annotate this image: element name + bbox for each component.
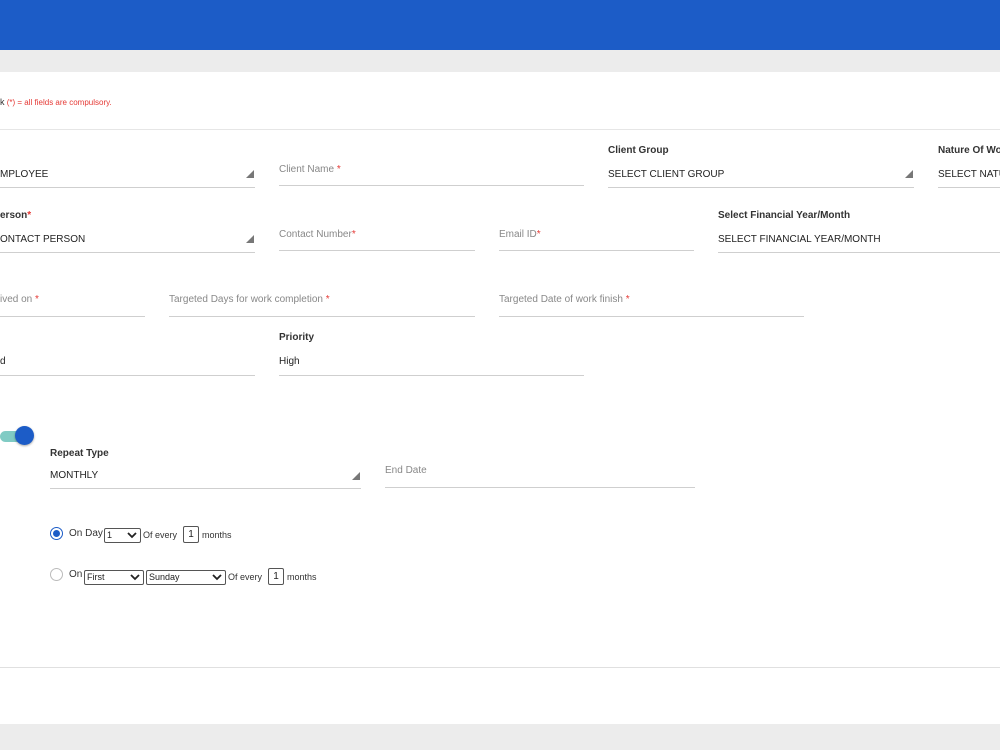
app-header-bar [0, 0, 1000, 50]
employee-select[interactable]: MPLOYEE [0, 169, 48, 180]
contact-number-input[interactable]: Contact Number* [279, 229, 356, 240]
received-on-input[interactable]: ived on * [0, 294, 39, 305]
nature-of-work-label: Nature Of Wo [938, 145, 1000, 156]
targeted-days-input[interactable]: Targeted Days for work completion * [169, 294, 330, 305]
form-card [0, 72, 1000, 724]
day-select[interactable]: 1 [104, 528, 141, 543]
targeted-days-placeholder: Targeted Days for work completion [169, 294, 323, 305]
end-date-input[interactable]: End Date [385, 465, 427, 476]
email-placeholder: Email ID [499, 229, 537, 240]
field-underline [718, 252, 1000, 253]
required-star: * [625, 294, 630, 305]
chevron-down-icon [127, 532, 137, 539]
partial-field-value[interactable]: d [0, 356, 6, 367]
contact-person-label: erson* [0, 210, 31, 221]
dropdown-arrow-icon[interactable] [246, 235, 254, 243]
repeat-type-select[interactable]: MONTHLY [50, 470, 98, 481]
dropdown-arrow-icon[interactable] [246, 170, 254, 178]
field-underline [279, 185, 584, 186]
field-underline [608, 187, 914, 188]
ordinal-select[interactable]: First [84, 570, 144, 585]
client-name-input[interactable]: Client Name * [279, 164, 341, 175]
on-weekday-radio[interactable] [50, 568, 63, 581]
footer-divider [0, 667, 1000, 668]
weekday-select[interactable]: Sunday [146, 570, 226, 585]
dropdown-arrow-icon[interactable] [352, 472, 360, 480]
repeat-type-label: Repeat Type [50, 448, 109, 459]
required-star: * [325, 294, 330, 305]
field-underline [938, 187, 1000, 188]
of-every-label: Of every [228, 572, 263, 582]
weekday-select-value: Sunday [149, 572, 180, 582]
on-label: On [69, 569, 83, 580]
targeted-date-placeholder: Targeted Date of work finish [499, 294, 623, 305]
required-star: * [536, 229, 541, 240]
day-select-value: 1 [107, 530, 113, 540]
field-underline [0, 375, 255, 376]
field-underline [385, 487, 695, 488]
financial-year-label: Select Financial Year/Month [718, 210, 851, 221]
nature-of-work-select[interactable]: SELECT NATU [938, 169, 1000, 180]
field-underline [499, 316, 804, 317]
field-underline [50, 488, 361, 489]
email-input[interactable]: Email ID* [499, 229, 541, 240]
ordinal-select-value: First [87, 572, 105, 582]
field-underline [0, 316, 145, 317]
divider [0, 129, 1000, 130]
repeat-toggle-knob[interactable] [15, 426, 34, 445]
client-group-select[interactable]: SELECT CLIENT GROUP [608, 169, 724, 180]
of-every-label: Of every [143, 530, 178, 540]
field-underline [0, 252, 255, 253]
chevron-down-icon [130, 574, 140, 581]
chevron-down-icon [212, 574, 222, 581]
month-interval-input[interactable]: 1 [183, 526, 199, 543]
client-group-label: Client Group [608, 145, 669, 156]
months-label: months [202, 530, 232, 540]
required-star: * [351, 229, 356, 240]
field-underline [279, 375, 584, 376]
targeted-date-input[interactable]: Targeted Date of work finish * [499, 294, 630, 305]
field-underline [499, 250, 694, 251]
financial-year-select[interactable]: SELECT FINANCIAL YEAR/MONTH [718, 234, 881, 245]
contact-person-select[interactable]: ONTACT PERSON [0, 234, 85, 245]
compulsory-note-text: (*) = all fields are compulsory. [6, 98, 112, 107]
required-star: * [336, 164, 341, 175]
contact-person-label-text: erson [0, 210, 28, 221]
on-day-radio[interactable] [50, 527, 63, 540]
months-label: months [287, 572, 317, 582]
on-day-label: On Day [69, 528, 103, 539]
contact-number-placeholder: Contact Number [279, 229, 352, 240]
required-star: * [27, 210, 32, 221]
priority-label: Priority [279, 332, 315, 343]
month-interval-input[interactable]: 1 [268, 568, 284, 585]
field-underline [0, 187, 255, 188]
received-on-placeholder: ived on [0, 294, 33, 305]
compulsory-note: k (*) = all fields are compulsory. [0, 97, 112, 107]
client-name-placeholder: Client Name [279, 164, 335, 175]
priority-select[interactable]: High [279, 356, 300, 367]
field-underline [279, 250, 475, 251]
field-underline [169, 316, 475, 317]
required-star: * [35, 294, 39, 305]
dropdown-arrow-icon[interactable] [905, 170, 913, 178]
